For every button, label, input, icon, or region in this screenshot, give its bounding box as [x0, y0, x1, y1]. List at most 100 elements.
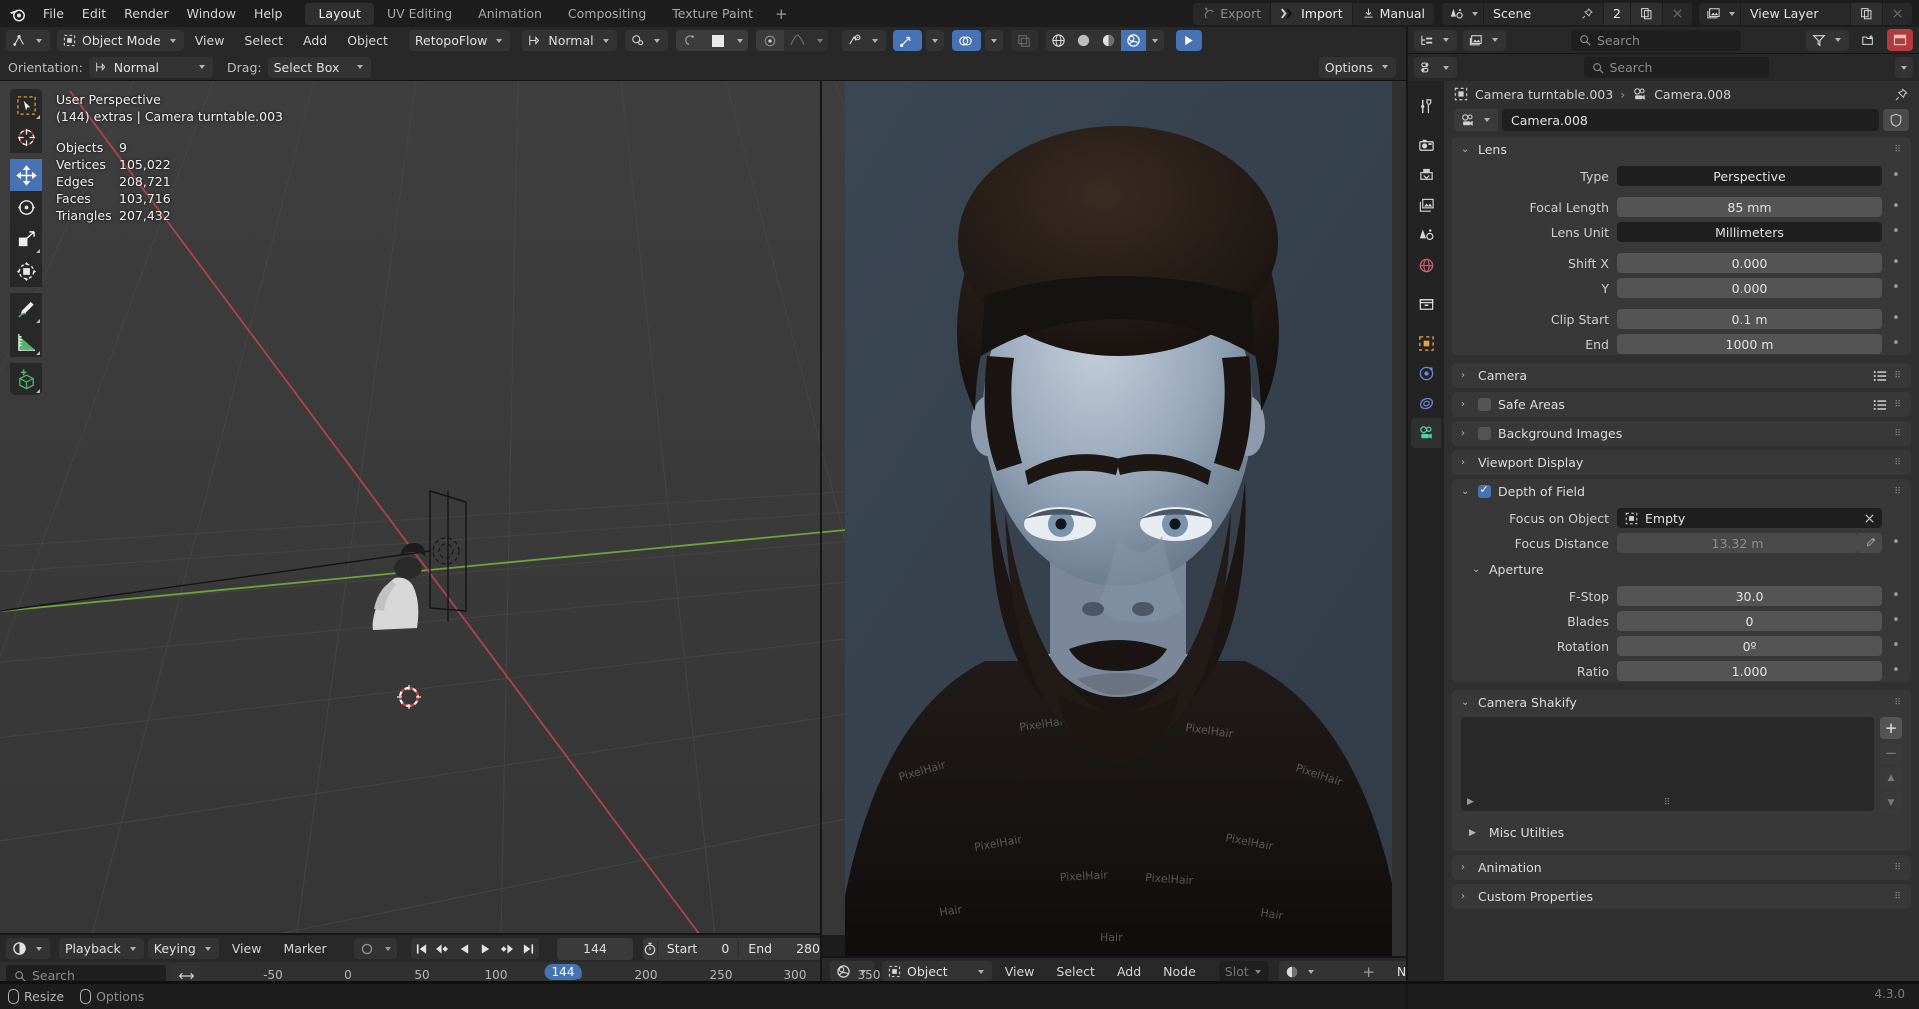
background-images-checkbox[interactable]: [1478, 427, 1491, 440]
drag-dots-icon[interactable]: ⠿: [1894, 429, 1902, 439]
new-collection-button[interactable]: [1855, 29, 1881, 51]
stopwatch-icon[interactable]: [643, 942, 657, 956]
custom-properties-panel[interactable]: › Custom Properties ⠿: [1452, 884, 1911, 909]
panel-divider-vertical[interactable]: [1406, 27, 1408, 1009]
auto-keying-dropdown[interactable]: [380, 938, 397, 959]
animation-panel-header[interactable]: › Animation ⠿: [1452, 855, 1911, 880]
animate-property-dot[interactable]: •: [1890, 283, 1902, 293]
timeline-editor-icon[interactable]: [6, 938, 50, 959]
overlays-dropdown[interactable]: [985, 30, 1003, 51]
camera-panel-header[interactable]: › Camera ⠿: [1452, 363, 1911, 388]
world-tab[interactable]: [1411, 250, 1441, 280]
proportional-falloff-dropdown[interactable]: [732, 30, 748, 51]
tool-transform[interactable]: [10, 255, 42, 287]
scene-users-count[interactable]: 2: [1603, 3, 1630, 25]
visibility-dropdown[interactable]: [842, 30, 886, 51]
shading-dropdown[interactable]: [1146, 30, 1164, 51]
slot-dropdown[interactable]: Slot: [1219, 961, 1269, 982]
lens-type-value[interactable]: Perspective: [1617, 166, 1882, 186]
outliner-display-mode[interactable]: [1463, 30, 1506, 51]
safe-areas-panel-header[interactable]: › Safe Areas ⠿: [1452, 392, 1911, 417]
drag-dots-icon[interactable]: ⠿: [1894, 458, 1902, 468]
image-editor-region[interactable]: PixelHair PixelHair PixelHair PixelHair …: [845, 81, 1408, 958]
playhead[interactable]: 144: [545, 964, 582, 980]
viewport-menu-view[interactable]: View: [186, 29, 234, 53]
outliner-close-button[interactable]: [1887, 29, 1913, 51]
shakify-panel-header[interactable]: ⌄ Camera Shakify ⠿: [1452, 690, 1911, 715]
tool-move[interactable]: [10, 159, 42, 191]
scene-name-field[interactable]: Scene: [1483, 3, 1603, 25]
viewport-image-divider[interactable]: [820, 81, 822, 984]
custom-properties-panel-header[interactable]: › Custom Properties ⠿: [1452, 884, 1911, 909]
node-menu-view[interactable]: View: [996, 960, 1044, 984]
breadcrumb-object-name[interactable]: Camera turntable.003: [1475, 87, 1613, 102]
transform-orientation-dropdown[interactable]: Normal: [522, 30, 616, 51]
shading-solid[interactable]: [1071, 30, 1096, 51]
camera-panel[interactable]: › Camera ⠿: [1452, 363, 1911, 388]
tab-layout[interactable]: Layout: [305, 3, 374, 25]
gizmo-dropdown[interactable]: [926, 30, 944, 51]
viewport-display-panel-header[interactable]: › Viewport Display ⠿: [1452, 450, 1911, 475]
move-shake-down-button[interactable]: ▼: [1880, 792, 1902, 814]
auto-keying-toggle[interactable]: [354, 938, 380, 959]
timeline-menu-marker[interactable]: Marker: [274, 937, 335, 961]
blades-value[interactable]: 0: [1617, 611, 1882, 631]
background-images-panel-header[interactable]: › Background Images ⠿: [1452, 421, 1911, 446]
shading-material-preview[interactable]: [1096, 30, 1121, 51]
presets-icon[interactable]: [1873, 399, 1887, 411]
dof-panel-header[interactable]: ⌄ Depth of Field ⠿: [1452, 479, 1911, 504]
drag-dots-icon[interactable]: ⠿: [1894, 892, 1902, 902]
modifiers-tab[interactable]: [1411, 358, 1441, 388]
snap-dropdown[interactable]: [812, 30, 828, 51]
move-shake-up-button[interactable]: ▲: [1880, 767, 1902, 789]
clip-end-value[interactable]: 1000 m: [1617, 334, 1882, 354]
collection-tab[interactable]: [1411, 289, 1441, 319]
clip-start-value[interactable]: 0.1 m: [1617, 309, 1882, 329]
focal-length-value[interactable]: 85 mm: [1617, 197, 1882, 217]
grip-dots-icon[interactable]: ⠿: [1664, 798, 1672, 808]
animate-property-dot[interactable]: •: [1890, 641, 1902, 651]
presets-icon[interactable]: [1873, 370, 1887, 382]
outliner-filter-button[interactable]: [1806, 30, 1849, 51]
add-workspace-button[interactable]: +: [766, 3, 797, 25]
animate-property-dot[interactable]: •: [1890, 314, 1902, 324]
animate-property-dot[interactable]: •: [1890, 616, 1902, 626]
tool-measure[interactable]: [10, 325, 42, 357]
object-tab[interactable]: [1411, 328, 1441, 358]
new-view-layer-button[interactable]: [1850, 3, 1882, 25]
xray-toggle[interactable]: [1011, 30, 1038, 51]
constraints-tab[interactable]: [1411, 388, 1441, 418]
focus-distance-value[interactable]: 13.32 m: [1617, 533, 1858, 553]
viewport-menu-object[interactable]: Object: [338, 29, 397, 53]
drag-dropdown[interactable]: Select Box: [268, 57, 372, 78]
shading-rendered[interactable]: [1121, 30, 1146, 51]
node-menu-node[interactable]: Node: [1154, 960, 1205, 984]
fstop-value[interactable]: 30.0: [1617, 586, 1882, 606]
manual-button[interactable]: Manual: [1352, 3, 1434, 25]
dof-enable-checkbox[interactable]: [1478, 485, 1491, 498]
delete-scene-button[interactable]: [1662, 3, 1692, 25]
viewport-menu-select[interactable]: Select: [235, 29, 292, 53]
background-images-panel[interactable]: › Background Images ⠿: [1452, 421, 1911, 446]
properties-editor-icon[interactable]: [1414, 57, 1457, 78]
shift-x-value[interactable]: 0.000: [1617, 253, 1882, 273]
aperture-subpanel-header[interactable]: ⌄ Aperture: [1452, 557, 1911, 582]
safe-areas-panel[interactable]: › Safe Areas ⠿: [1452, 392, 1911, 417]
pin-icon[interactable]: [1894, 87, 1909, 102]
drag-dots-icon[interactable]: ⠿: [1894, 145, 1902, 155]
export-button[interactable]: Export: [1193, 3, 1270, 25]
tab-texture-paint[interactable]: Texture Paint: [659, 3, 766, 25]
outliner-icon[interactable]: [1414, 30, 1457, 51]
jump-to-start-button[interactable]: [411, 938, 432, 959]
clear-focus-object-icon[interactable]: [1864, 513, 1875, 524]
animate-property-dot[interactable]: •: [1890, 202, 1902, 212]
safe-areas-checkbox[interactable]: [1478, 398, 1491, 411]
menu-render[interactable]: Render: [115, 2, 178, 26]
focus-object-field[interactable]: Empty: [1617, 508, 1882, 528]
tool-rotate[interactable]: [10, 191, 42, 223]
menu-help[interactable]: Help: [245, 2, 292, 26]
breadcrumb-data-name[interactable]: Camera.008: [1654, 87, 1731, 102]
object-data-tab[interactable]: [1411, 418, 1441, 448]
tab-uv-editing[interactable]: UV Editing: [374, 3, 465, 25]
lens-unit-value[interactable]: Millimeters: [1617, 222, 1882, 242]
